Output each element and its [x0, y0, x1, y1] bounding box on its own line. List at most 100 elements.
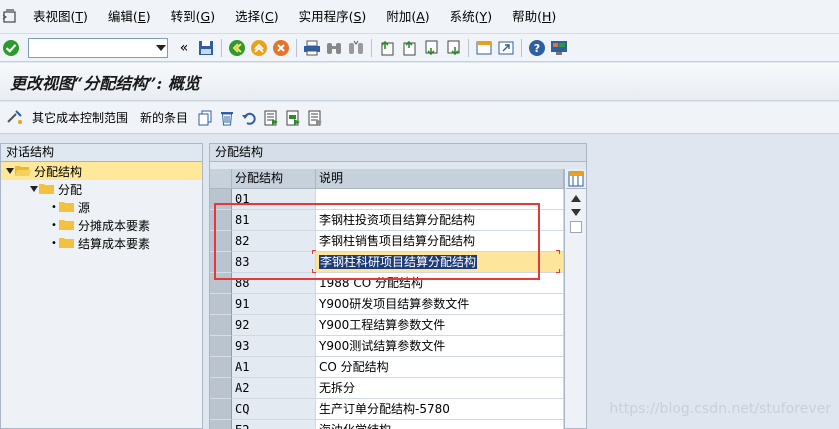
cell-description[interactable]: 李钢柱销售项目结算分配结构 — [316, 231, 564, 252]
tree-node-assessment-cost-elements[interactable]: • 分摊成本要素 — [1, 216, 202, 234]
cell-description[interactable]: Y900研发项目结算参数文件 — [316, 294, 564, 315]
cancel-icon[interactable] — [271, 38, 291, 58]
table-row[interactable]: CQ 生产订单分配结构-5780 — [210, 399, 586, 420]
select-all-rows-cell[interactable] — [210, 169, 232, 189]
cell-structure-code[interactable]: 88 — [232, 273, 316, 294]
create-session-icon[interactable] — [474, 38, 494, 58]
menu-item[interactable]: 系统(Y) — [440, 0, 502, 34]
menu-item[interactable]: 转到(G) — [161, 0, 225, 34]
cell-structure-code[interactable]: 91 — [232, 294, 316, 315]
cell-structure-code[interactable]: CQ — [232, 399, 316, 420]
table-vertical-scrollbar[interactable] — [564, 169, 586, 428]
cell-structure-code[interactable]: 01 — [232, 189, 316, 210]
scroll-up-arrow-icon[interactable] — [566, 191, 586, 205]
next-page-icon[interactable] — [421, 38, 441, 58]
select-all-icon[interactable] — [261, 108, 281, 128]
table-row[interactable]: 83 李钢柱科研项目结算分配结构 — [210, 252, 586, 273]
cell-description[interactable]: 无拆分 — [316, 378, 564, 399]
cell-description[interactable]: 李钢柱科研项目结算分配结构 — [316, 252, 564, 273]
other-scope-button[interactable]: 其它成本控制范围 — [0, 109, 134, 126]
first-page-icon[interactable] — [377, 38, 397, 58]
history-back-icon[interactable]: « — [174, 38, 194, 58]
scroll-down-arrow-icon[interactable] — [566, 205, 586, 219]
tree-node-allocation-structure[interactable]: 分配结构 — [1, 162, 202, 180]
print-icon[interactable] — [302, 38, 322, 58]
menu-item[interactable]: 附加(A) — [376, 0, 439, 34]
menu-item[interactable]: 编辑(E) — [98, 0, 161, 34]
cell-description[interactable]: Y900测试结算参数文件 — [316, 336, 564, 357]
table-row[interactable]: 01 — [210, 189, 586, 210]
table-settings-icon[interactable] — [566, 169, 586, 189]
cell-description[interactable] — [316, 189, 564, 210]
help-icon[interactable]: ? — [527, 38, 547, 58]
tree-node-source[interactable]: • 源 — [1, 198, 202, 216]
table-row[interactable]: 82 李钢柱销售项目结算分配结构 — [210, 231, 586, 252]
table-row[interactable]: 92 Y900工程结算参数文件 — [210, 315, 586, 336]
copy-as-icon[interactable] — [195, 108, 215, 128]
row-selector[interactable] — [210, 294, 232, 315]
table-row[interactable]: 88 1988 CO 分配结构 — [210, 273, 586, 294]
row-selector[interactable] — [210, 231, 232, 252]
tree-node-settlement-cost-elements[interactable]: • 结算成本要素 — [1, 234, 202, 252]
cell-structure-code[interactable]: 81 — [232, 210, 316, 231]
customize-layout-icon[interactable] — [549, 38, 569, 58]
cell-structure-code[interactable]: E2 — [232, 420, 316, 429]
deselect-all-icon[interactable] — [305, 108, 325, 128]
collapse-triangle-icon[interactable] — [29, 180, 39, 198]
table-row[interactable]: 81 李钢柱投资项目结算分配结构 — [210, 210, 586, 231]
table-row[interactable]: 91 Y900研发项目结算参数文件 — [210, 294, 586, 315]
previous-page-icon[interactable] — [399, 38, 419, 58]
row-selector[interactable] — [210, 315, 232, 336]
enter-check-icon[interactable] — [1, 38, 21, 58]
row-selector[interactable] — [210, 189, 232, 210]
find-icon[interactable] — [324, 38, 344, 58]
table-row[interactable]: E2海油化学结构 — [210, 420, 586, 429]
column-header-structure[interactable]: 分配结构 — [232, 169, 316, 189]
shortcut-icon[interactable] — [496, 38, 516, 58]
row-selector[interactable] — [210, 252, 232, 273]
cell-structure-code[interactable]: A1 — [232, 357, 316, 378]
cell-description[interactable]: 生产订单分配结构-5780 — [316, 399, 564, 420]
row-selector[interactable] — [210, 399, 232, 420]
command-input[interactable] — [35, 39, 155, 56]
cell-description[interactable]: CO 分配结构 — [316, 357, 564, 378]
menu-item[interactable]: 表视图(T) — [23, 0, 98, 34]
select-block-icon[interactable] — [283, 108, 303, 128]
table-row[interactable]: A1 CO 分配结构 — [210, 357, 586, 378]
menu-item[interactable]: 实用程序(S) — [289, 0, 377, 34]
dropdown-arrow-icon[interactable] — [155, 44, 167, 52]
back-icon[interactable] — [227, 38, 247, 58]
cell-structure-code[interactable]: 93 — [232, 336, 316, 357]
scroll-thumb[interactable] — [570, 221, 582, 233]
undo-icon[interactable] — [239, 108, 259, 128]
table-row[interactable]: A2 无拆分 — [210, 378, 586, 399]
cell-description[interactable]: 海油化学结构 — [316, 420, 564, 429]
new-entries-button[interactable]: 新的条目 — [134, 109, 194, 126]
collapse-triangle-icon[interactable] — [5, 162, 15, 180]
tree-node-allocation[interactable]: 分配 — [1, 180, 202, 198]
row-selector[interactable] — [210, 336, 232, 357]
cell-description[interactable]: Y900工程结算参数文件 — [316, 315, 564, 336]
row-selector[interactable] — [210, 357, 232, 378]
delete-icon[interactable] — [217, 108, 237, 128]
row-selector[interactable] — [210, 378, 232, 399]
column-header-description[interactable]: 说明 — [316, 169, 564, 189]
cell-structure-code[interactable]: 83 — [232, 252, 316, 273]
exit-icon[interactable] — [249, 38, 269, 58]
selected-text[interactable]: 李钢柱科研项目结算分配结构 — [319, 255, 478, 269]
cell-description[interactable]: 1988 CO 分配结构 — [316, 273, 564, 294]
table-row[interactable]: 93 Y900测试结算参数文件 — [210, 336, 586, 357]
cell-description[interactable]: 李钢柱投资项目结算分配结构 — [316, 210, 564, 231]
save-icon[interactable] — [196, 38, 216, 58]
cell-structure-code[interactable]: 82 — [232, 231, 316, 252]
command-field[interactable] — [28, 37, 168, 58]
find-next-icon[interactable] — [346, 38, 366, 58]
cell-structure-code[interactable]: A2 — [232, 378, 316, 399]
cell-structure-code[interactable]: 92 — [232, 315, 316, 336]
menu-item[interactable]: 帮助(H) — [502, 0, 566, 34]
app-menu-icon[interactable] — [1, 8, 19, 26]
last-page-icon[interactable] — [443, 38, 463, 58]
row-selector[interactable] — [210, 210, 232, 231]
row-selector[interactable] — [210, 420, 232, 429]
menu-item[interactable]: 选择(C) — [225, 0, 289, 34]
